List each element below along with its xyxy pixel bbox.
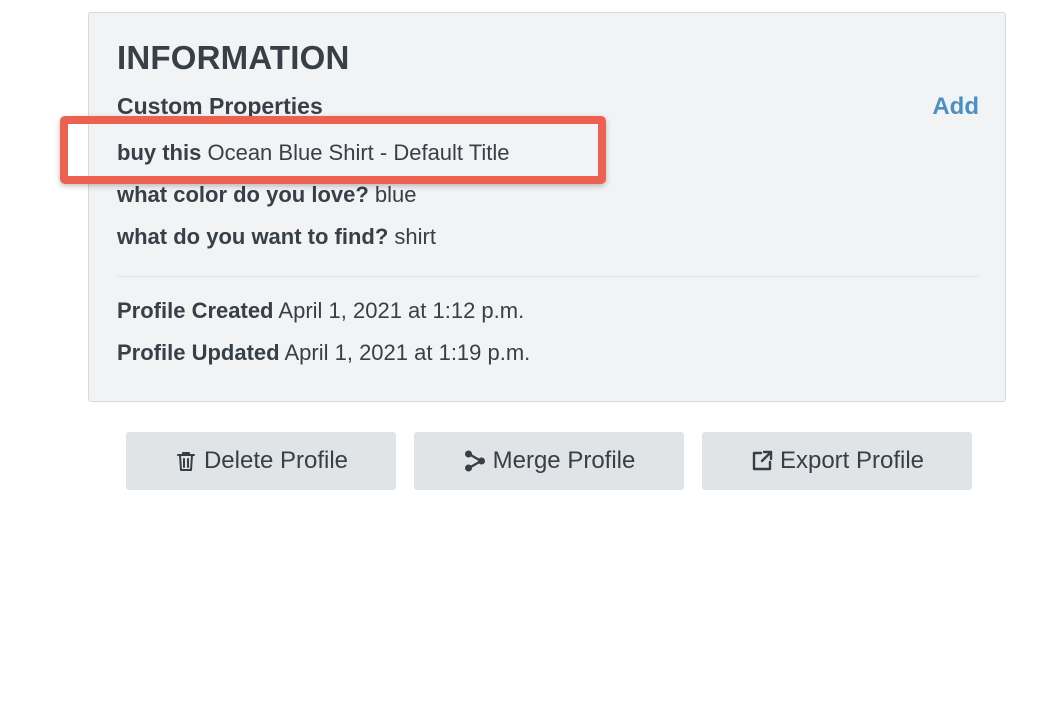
add-property-link[interactable]: Add — [932, 93, 979, 121]
export-profile-label: Export Profile — [779, 447, 925, 474]
export-icon — [750, 449, 774, 473]
trash-icon — [174, 449, 198, 473]
profile-updated-value: April 1, 2021 at 1:19 p.m. — [284, 340, 531, 365]
delete-profile-button[interactable]: Delete Profile — [126, 432, 396, 490]
export-profile-button[interactable]: Export Profile — [702, 432, 972, 490]
profile-created-label: Profile Created — [117, 298, 274, 323]
section-divider — [117, 276, 979, 277]
profile-created-row: Profile Created April 1, 2021 at 1:12 p.… — [117, 298, 524, 324]
merge-profile-button[interactable]: Merge Profile — [414, 432, 684, 490]
profile-updated-row: Profile Updated April 1, 2021 at 1:19 p.… — [117, 340, 530, 366]
delete-profile-label: Delete Profile — [203, 447, 349, 474]
profile-created-value: April 1, 2021 at 1:12 p.m. — [278, 298, 525, 323]
custom-property-row: what color do you love? blue — [117, 182, 417, 208]
information-card: INFORMATION Custom Properties Add buy th… — [88, 12, 1006, 402]
property-value: blue — [374, 182, 417, 207]
merge-profile-label: Merge Profile — [492, 447, 636, 474]
property-key: what color do you love? — [117, 182, 369, 207]
card-title: INFORMATION — [117, 39, 350, 76]
property-key: buy this — [117, 140, 202, 165]
profile-updated-label: Profile Updated — [117, 340, 280, 365]
custom-property-row: what do you want to find? shirt — [117, 224, 436, 250]
property-value: shirt — [394, 224, 436, 249]
custom-property-row: buy this Ocean Blue Shirt - Default Titl… — [117, 140, 510, 166]
property-value: Ocean Blue Shirt - Default Title — [207, 140, 510, 165]
profile-page: INFORMATION Custom Properties Add buy th… — [0, 0, 1058, 722]
property-key: what do you want to find? — [117, 224, 389, 249]
custom-properties-label: Custom Properties — [117, 93, 323, 119]
merge-icon — [463, 449, 487, 473]
